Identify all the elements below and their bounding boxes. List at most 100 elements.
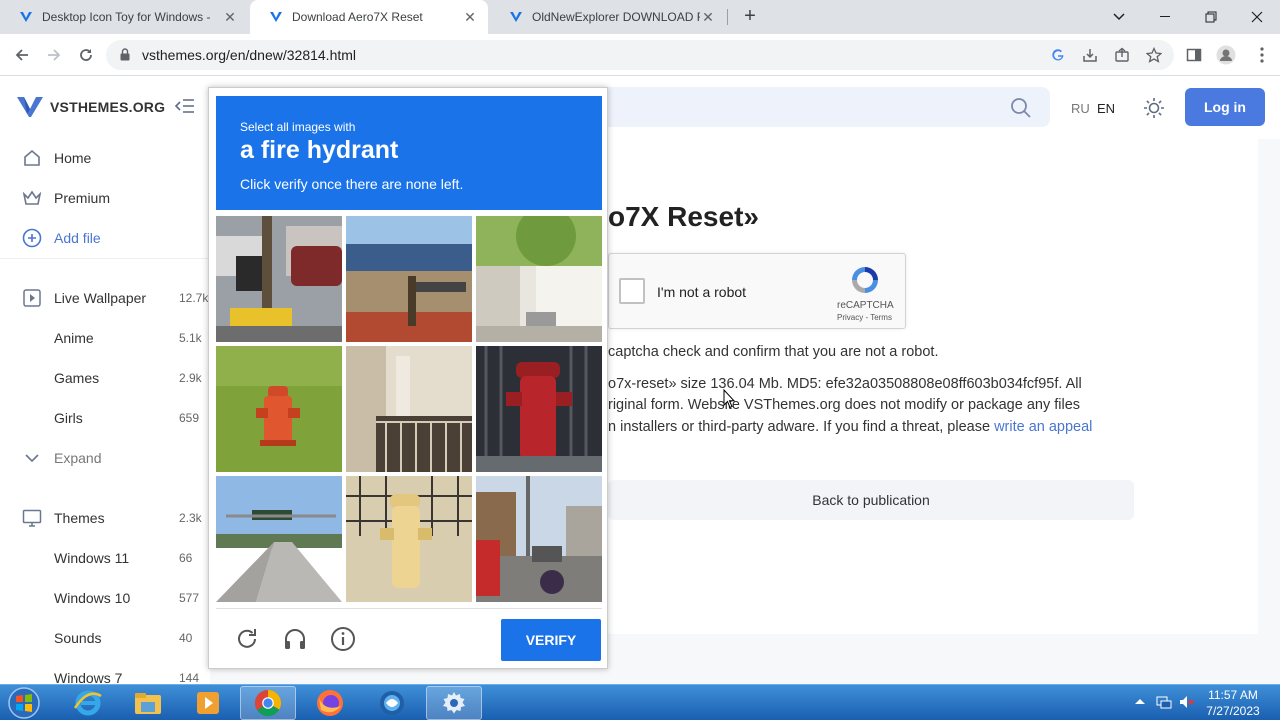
nav-windows-11[interactable]: Windows 11 66 — [0, 538, 210, 578]
share-icon[interactable] — [1112, 45, 1132, 65]
nav-add-file[interactable]: Add file — [0, 218, 210, 258]
system-clock[interactable]: 11:57 AM 7/27/2023 — [1196, 687, 1270, 719]
image-tile[interactable] — [476, 216, 602, 342]
vsthemes-favicon-icon — [508, 9, 524, 25]
start-button-icon[interactable] — [4, 686, 44, 720]
nav-sounds[interactable]: Sounds 40 — [0, 618, 210, 658]
bookmark-star-icon[interactable] — [1144, 45, 1164, 65]
crown-icon — [22, 188, 42, 208]
nav-live-wallpaper[interactable]: Live Wallpaper 12.7k — [0, 278, 210, 318]
web-page: VSTHEMES.ORG Home Premium Add file Live … — [0, 77, 1280, 684]
nav-girls[interactable]: Girls 659 — [0, 398, 210, 438]
nav-games[interactable]: Games 2.9k — [0, 358, 210, 398]
mouse-cursor-icon — [723, 389, 735, 409]
nav-count: 577 — [179, 591, 200, 605]
tab-desktop-icon-toy[interactable]: Desktop Icon Toy for Windows - ✕ — [0, 0, 248, 34]
challenge-image-grid — [216, 216, 602, 602]
tab-oldnewexplorer[interactable]: OldNewExplorer DOWNLOAD FR ✕ — [490, 0, 726, 34]
write-appeal-link[interactable]: write an appeal — [994, 419, 1092, 435]
forward-arrow-icon[interactable] — [42, 43, 66, 67]
nav-expand[interactable]: Expand — [0, 438, 210, 478]
reload-icon[interactable] — [74, 43, 98, 67]
image-tile[interactable] — [216, 476, 342, 602]
chrome-icon[interactable] — [240, 686, 296, 720]
browser-tab-strip: Desktop Icon Toy for Windows - ✕ Downloa… — [0, 0, 1280, 34]
nav-themes[interactable]: Themes 2.3k — [0, 498, 210, 538]
address-bar[interactable]: vsthemes.org/en/dnew/32814.html — [106, 40, 1174, 70]
back-to-publication-button[interactable]: Back to publication — [608, 480, 1134, 520]
challenge-target: a fire hydrant — [240, 136, 399, 164]
challenge-footer: VERIFY — [216, 608, 602, 668]
recaptcha-label: I'm not a robot — [657, 284, 747, 300]
reload-challenge-icon[interactable] — [234, 626, 260, 652]
close-tab-icon[interactable]: ✕ — [462, 9, 478, 25]
side-panel-icon[interactable] — [1182, 43, 1206, 67]
image-tile[interactable] — [346, 346, 472, 472]
sun-icon[interactable] — [1143, 97, 1165, 119]
image-tile[interactable] — [476, 346, 602, 472]
network-icon[interactable] — [1156, 694, 1172, 710]
login-button[interactable]: Log in — [1185, 88, 1265, 126]
nav-windows-10[interactable]: Windows 10 577 — [0, 578, 210, 618]
tab-download-aero7x[interactable]: Download Aero7X Reset ✕ — [250, 0, 488, 34]
nav-count: 5.1k — [179, 331, 202, 345]
image-tile[interactable] — [346, 476, 472, 602]
more-menu-icon[interactable] — [1250, 43, 1274, 67]
lang-ru[interactable]: RU — [1071, 101, 1090, 116]
image-tile[interactable] — [346, 216, 472, 342]
vsthemes-favicon-icon — [268, 9, 284, 25]
recaptcha-widget: I'm not a robot reCAPTCHA Privacy - Term… — [608, 253, 906, 329]
nav-label: Themes — [54, 510, 105, 526]
profile-avatar-icon[interactable] — [1214, 43, 1238, 67]
tab-search-chevron-icon[interactable] — [1096, 0, 1142, 34]
file-info-text: n installers or third-party adware. If y… — [608, 419, 991, 435]
sidebar: VSTHEMES.ORG Home Premium Add file Live … — [0, 77, 210, 684]
nav-label: Windows 10 — [54, 590, 131, 606]
url-text: vsthemes.org/en/dnew/32814.html — [142, 47, 357, 63]
nav-windows-7[interactable]: Windows 7 144 — [0, 658, 210, 684]
show-hidden-icons-icon[interactable] — [1132, 694, 1148, 710]
info-icon[interactable] — [330, 626, 356, 652]
google-icon[interactable] — [1048, 45, 1068, 65]
image-tile[interactable] — [476, 476, 602, 602]
nav-label: Windows 11 — [54, 550, 130, 566]
internet-explorer-icon[interactable] — [60, 686, 116, 720]
clock-date: 7/27/2023 — [1206, 704, 1260, 718]
search-icon[interactable] — [1010, 97, 1032, 119]
volume-muted-icon[interactable] — [1178, 694, 1194, 710]
close-window-button[interactable] — [1234, 0, 1280, 34]
nav-home[interactable]: Home — [0, 138, 210, 178]
nav-premium[interactable]: Premium — [0, 178, 210, 218]
recaptcha-links[interactable]: Privacy - Terms — [837, 313, 892, 322]
file-explorer-icon[interactable] — [120, 686, 176, 720]
lang-en[interactable]: EN — [1097, 101, 1115, 116]
recaptcha-brand: reCAPTCHA — [837, 300, 894, 311]
collapse-sidebar-icon[interactable] — [175, 97, 195, 115]
tab-title: Desktop Icon Toy for Windows - — [42, 10, 211, 24]
plus-circle-icon — [22, 228, 42, 248]
windows-taskbar: 11:57 AM 7/27/2023 — [0, 684, 1280, 720]
close-tab-icon[interactable]: ✕ — [222, 9, 238, 25]
image-tile[interactable] — [216, 216, 342, 342]
close-tab-icon[interactable]: ✕ — [700, 9, 716, 25]
chevron-down-icon — [22, 448, 42, 468]
back-arrow-icon[interactable] — [10, 43, 34, 67]
verify-button[interactable]: VERIFY — [501, 619, 601, 661]
settings-gear-icon[interactable] — [426, 686, 482, 720]
firefox-icon[interactable] — [302, 686, 358, 720]
image-tile[interactable] — [216, 346, 342, 472]
restore-button[interactable] — [1188, 0, 1234, 34]
nav-count: 12.7k — [179, 291, 209, 305]
nav-anime[interactable]: Anime 5.1k — [0, 318, 210, 358]
install-app-icon[interactable] — [1080, 45, 1100, 65]
new-tab-button[interactable]: + — [738, 5, 762, 29]
browser-toolbar: vsthemes.org/en/dnew/32814.html — [0, 34, 1280, 76]
brand[interactable]: VSTHEMES.ORG — [16, 95, 165, 119]
app-globe-icon[interactable] — [364, 686, 420, 720]
audio-challenge-icon[interactable] — [282, 626, 308, 652]
clock-time: 11:57 AM — [1208, 688, 1258, 702]
minimize-button[interactable] — [1142, 0, 1188, 34]
recaptcha-checkbox[interactable] — [619, 278, 645, 304]
media-player-icon[interactable] — [180, 686, 236, 720]
lock-icon — [120, 48, 130, 61]
